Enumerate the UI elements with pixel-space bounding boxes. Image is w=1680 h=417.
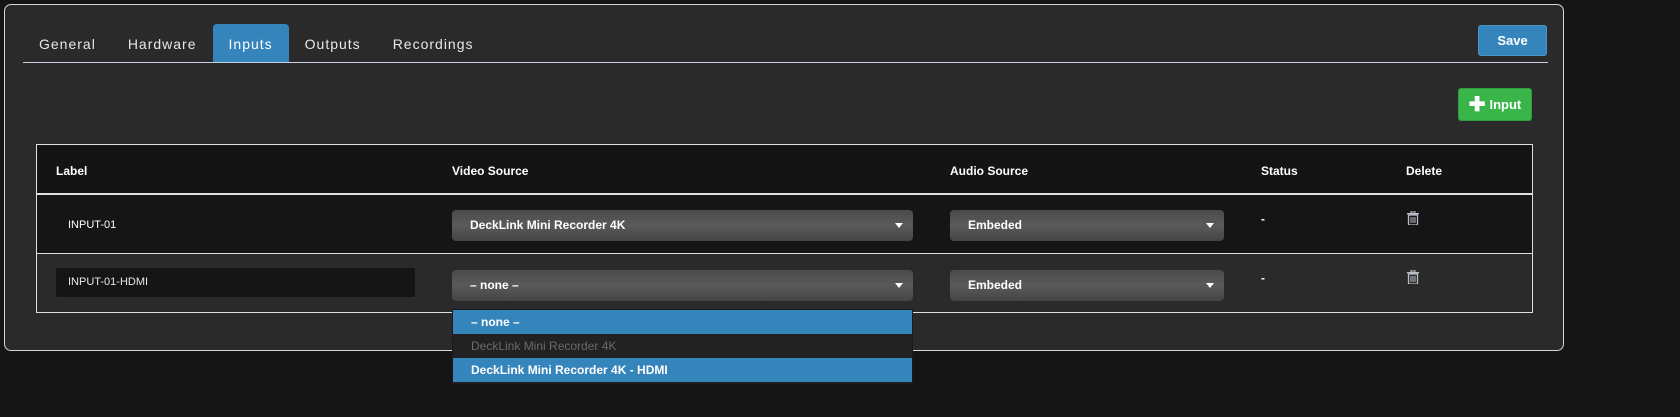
add-input-label: Input (1489, 97, 1522, 112)
dropdown-option-none[interactable]: – none – (453, 310, 912, 334)
video-source-select[interactable]: DeckLink Mini Recorder 4K (452, 210, 913, 241)
trash-icon[interactable] (1407, 270, 1419, 284)
header-status: Status (1261, 164, 1298, 178)
select-value: Embeded (968, 218, 1023, 232)
table-row: INPUT-01 DeckLink Mini Recorder 4K Embed… (37, 195, 1532, 254)
header-video-source: Video Source (452, 164, 529, 178)
status-value: - (1261, 271, 1265, 285)
table-header: Label Video Source Audio Source Status D… (37, 145, 1532, 195)
select-value: Embeded (968, 278, 1023, 292)
tab-inputs[interactable]: Inputs (212, 24, 289, 62)
dropdown-option-decklink: DeckLink Mini Recorder 4K (471, 339, 617, 353)
audio-source-select[interactable]: Embeded (950, 210, 1224, 241)
select-value: – none – (470, 278, 519, 292)
audio-source-select[interactable]: Embeded (950, 270, 1224, 301)
tab-bar: General Hardware Inputs Outputs Recordin… (23, 24, 1548, 63)
tab-general[interactable]: General (23, 24, 112, 62)
caret-down-icon (1206, 283, 1214, 288)
header-delete: Delete (1406, 164, 1443, 178)
add-input-button[interactable]: ✚ Input (1458, 88, 1532, 121)
trash-icon[interactable] (1407, 211, 1419, 225)
tab-recordings[interactable]: Recordings (377, 24, 490, 62)
save-button[interactable]: Save (1478, 25, 1547, 56)
status-value: - (1261, 212, 1265, 226)
plus-icon: ✚ (1468, 94, 1486, 116)
video-source-select[interactable]: – none – (452, 270, 913, 301)
table-row: INPUT-01-HDMI – none – Embeded - (37, 254, 1532, 312)
caret-down-icon (895, 223, 903, 228)
dropdown-option-decklink-hdmi[interactable]: DeckLink Mini Recorder 4K - HDMI (453, 358, 912, 382)
tab-hardware[interactable]: Hardware (112, 24, 213, 62)
header-label: Label (56, 164, 88, 178)
label-input[interactable]: INPUT-01-HDMI (56, 268, 415, 297)
select-value: DeckLink Mini Recorder 4K (470, 218, 626, 232)
header-audio-source: Audio Source (950, 164, 1029, 178)
settings-panel: General Hardware Inputs Outputs Recordin… (4, 4, 1564, 351)
video-source-dropdown: – none – DeckLink Mini Recorder 4K DeckL… (452, 309, 913, 384)
inputs-table: Label Video Source Audio Source Status D… (36, 144, 1533, 313)
input-label: INPUT-01 (68, 219, 117, 231)
caret-down-icon (895, 283, 903, 288)
caret-down-icon (1206, 223, 1214, 228)
tab-outputs[interactable]: Outputs (289, 24, 377, 62)
